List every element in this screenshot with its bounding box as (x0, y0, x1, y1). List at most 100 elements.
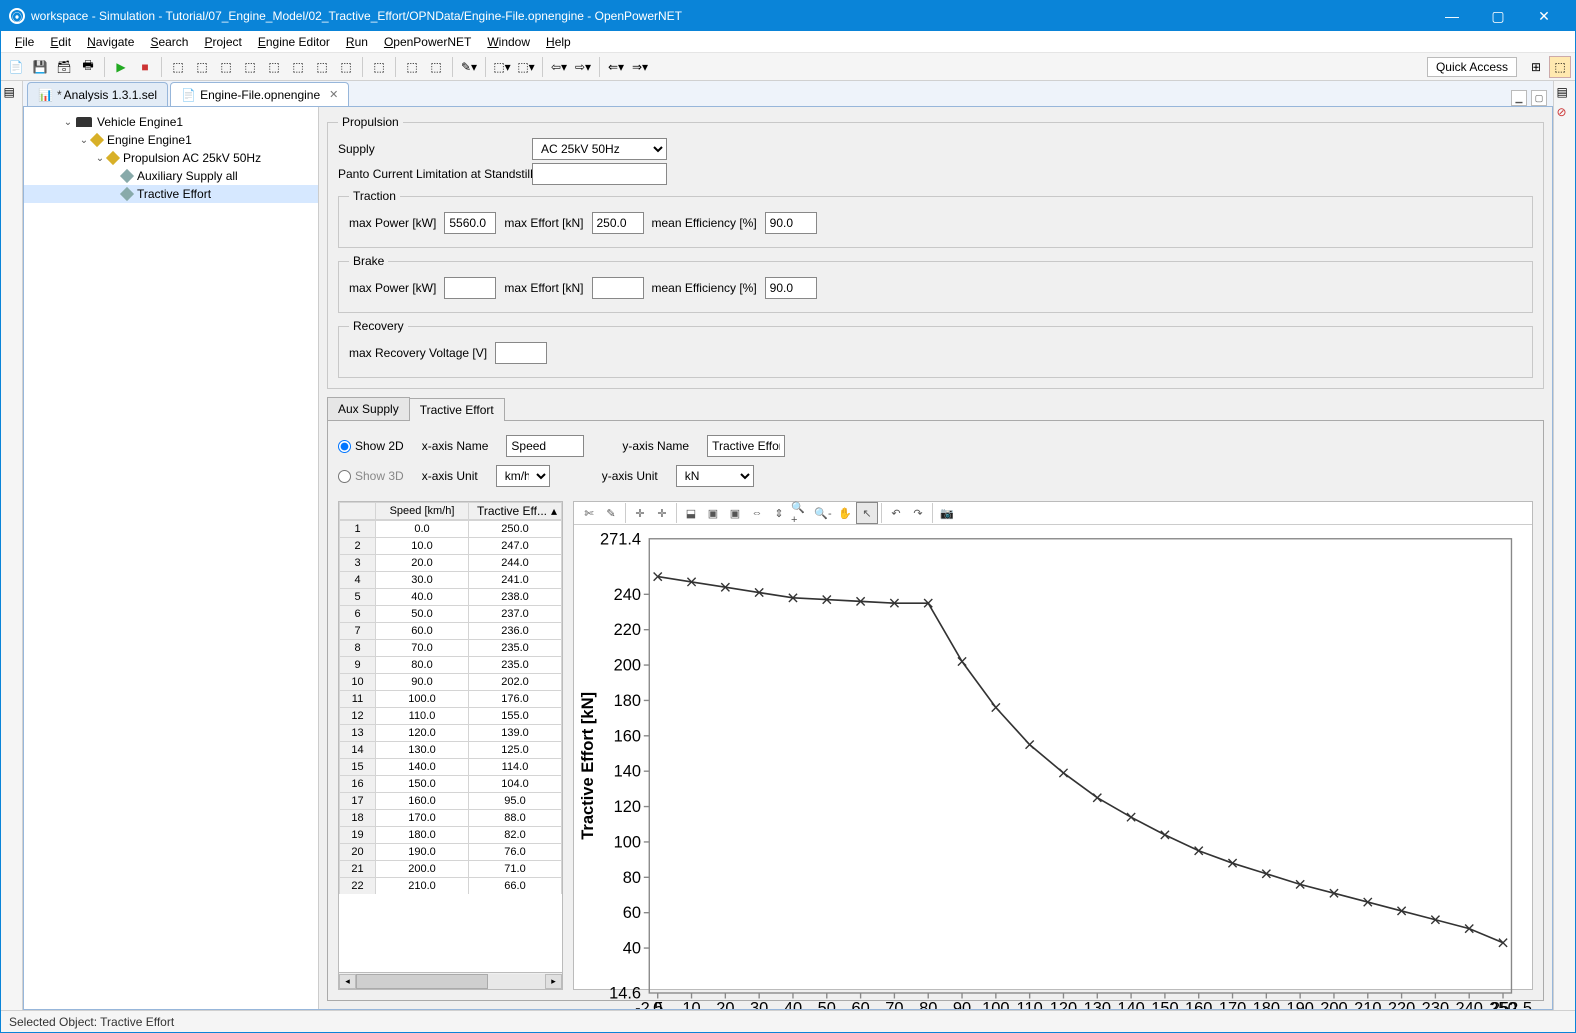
traction-maxeffort-input[interactable] (592, 212, 644, 234)
zoomout-icon[interactable]: 🔍- (812, 502, 834, 524)
table-row[interactable]: 210.0247.0 (340, 538, 562, 555)
xunit-select[interactable]: km/h (496, 465, 550, 487)
zoombox-icon[interactable]: ▣ (702, 502, 724, 524)
table-row[interactable]: 18170.088.0 (340, 810, 562, 827)
close-tab-icon[interactable]: ✕ (329, 88, 338, 101)
table-row[interactable]: 870.0235.0 (340, 640, 562, 657)
table-row[interactable]: 16150.0104.0 (340, 776, 562, 793)
show-3d-radio[interactable] (338, 470, 351, 483)
xname-input[interactable] (506, 435, 584, 457)
save-all-icon[interactable]: 🗃 (53, 56, 75, 78)
table-row[interactable]: 10.0250.0 (340, 521, 562, 538)
target-icon[interactable]: ✛ (629, 502, 651, 524)
tool-icon-8[interactable]: ⬚ (335, 56, 357, 78)
tree-node-engine[interactable]: ⌄ Engine Engine1 (24, 131, 318, 149)
stop-icon[interactable]: ■ (134, 56, 156, 78)
view-icon-right-2[interactable]: ⊘ (1557, 105, 1573, 121)
col-header-speed[interactable]: Speed [km/h] (376, 503, 469, 520)
brush-icon[interactable]: ✎ (600, 502, 622, 524)
menu-run[interactable]: Run (338, 33, 376, 51)
scroll-right-icon[interactable]: ▸ (545, 974, 562, 989)
table-row[interactable]: 19180.082.0 (340, 827, 562, 844)
tool-icon-2[interactable]: ⬚ (191, 56, 213, 78)
close-button[interactable]: ✕ (1521, 1, 1567, 31)
vsplit-icon[interactable]: ⇕ (768, 502, 790, 524)
tool-icon-3[interactable]: ⬚ (215, 56, 237, 78)
tool-icon-10[interactable]: ⬚ (401, 56, 423, 78)
tool-icon-11[interactable]: ⬚ (425, 56, 447, 78)
tab-tractive-effort[interactable]: Tractive Effort (409, 398, 505, 421)
table-row[interactable]: 980.0235.0 (340, 657, 562, 674)
show-2d-radio[interactable] (338, 440, 351, 453)
data-table[interactable]: Speed [km/h] Tractive Eff... ▴ 10.0250.0… (338, 501, 563, 973)
back-icon[interactable]: ⇦▾ (548, 56, 570, 78)
zoomin-icon[interactable]: 🔍+ (790, 502, 812, 524)
tool-icon-9[interactable]: ⬚ (368, 56, 390, 78)
view-icon-right-1[interactable]: ▤ (1557, 85, 1573, 101)
tool-icon-1[interactable]: ⬚ (167, 56, 189, 78)
tool-icon-7[interactable]: ⬚ (311, 56, 333, 78)
tool-icon-5[interactable]: ⬚ (263, 56, 285, 78)
tool-icon-6[interactable]: ⬚ (287, 56, 309, 78)
tree-node-propulsion[interactable]: ⌄ Propulsion AC 25kV 50Hz (24, 149, 318, 167)
menu-edit[interactable]: Edit (42, 33, 79, 51)
table-row[interactable]: 760.0236.0 (340, 623, 562, 640)
supply-select[interactable]: AC 25kV 50Hz (532, 138, 667, 160)
open-perspective-icon[interactable]: ⊞ (1525, 56, 1547, 78)
brake-maxpower-input[interactable] (444, 277, 496, 299)
target2-icon[interactable]: ✛ (651, 502, 673, 524)
quick-access-button[interactable]: Quick Access (1427, 57, 1517, 77)
maximize-button[interactable]: ▢ (1475, 1, 1521, 31)
brake-meaneff-input[interactable] (765, 277, 817, 299)
camera-icon[interactable]: 📷 (936, 502, 958, 524)
recovery-maxv-input[interactable] (495, 342, 547, 364)
menu-openpowernet[interactable]: OpenPowerNET (376, 33, 479, 51)
menu-file[interactable]: File (7, 33, 42, 51)
expand-icon[interactable]: ⌄ (62, 117, 74, 128)
print-icon[interactable]: 🖶 (77, 56, 99, 78)
nav-fwd-icon[interactable]: ⇒▾ (629, 56, 651, 78)
panto-input[interactable] (532, 163, 667, 185)
save-icon[interactable]: 💾 (29, 56, 51, 78)
minimize-button[interactable]: — (1429, 1, 1475, 31)
menu-search[interactable]: Search (142, 33, 196, 51)
menu-project[interactable]: Project (196, 33, 249, 51)
table-row[interactable]: 320.0244.0 (340, 555, 562, 572)
tab-aux-supply[interactable]: Aux Supply (327, 397, 410, 420)
chart-canvas[interactable]: 40608010012014016018020022024014.6271.40… (574, 525, 1532, 1009)
dropdown-icon-1[interactable]: ⬚▾ (491, 56, 513, 78)
yname-input[interactable] (707, 435, 785, 457)
table-row[interactable]: 21200.071.0 (340, 861, 562, 878)
tree-node-aux-supply[interactable]: Auxiliary Supply all (24, 167, 318, 185)
row-header-blank[interactable] (340, 503, 376, 520)
col-header-te[interactable]: Tractive Eff... ▴ (469, 503, 562, 520)
table-row[interactable]: 540.0238.0 (340, 589, 562, 606)
expand-icon[interactable]: ⌄ (78, 135, 90, 146)
table-row[interactable]: 13120.0139.0 (340, 725, 562, 742)
table-row[interactable]: 430.0241.0 (340, 572, 562, 589)
menu-help[interactable]: Help (538, 33, 579, 51)
tab-analysis[interactable]: 📊 Analysis 1.3.1.sel (27, 82, 168, 106)
table-row[interactable]: 14130.0125.0 (340, 742, 562, 759)
nav-back-icon[interactable]: ⇐▾ (605, 56, 627, 78)
table-row[interactable]: 22210.066.0 (340, 878, 562, 895)
new-file-icon[interactable]: 📄 (5, 56, 27, 78)
scroll-left-icon[interactable]: ◂ (339, 974, 356, 989)
undo-icon[interactable]: ↶ (885, 502, 907, 524)
forward-icon[interactable]: ⇨▾ (572, 56, 594, 78)
traction-maxpower-input[interactable] (444, 212, 496, 234)
cut-icon[interactable]: ✄ (578, 502, 600, 524)
brake-maxeffort-input[interactable] (592, 277, 644, 299)
table-row[interactable]: 15140.0114.0 (340, 759, 562, 776)
tree-node-vehicle[interactable]: ⌄ Vehicle Engine1 (24, 113, 318, 131)
tab-engine-file[interactable]: 📄 Engine-File.opnengine ✕ (170, 82, 349, 106)
menu-navigate[interactable]: Navigate (79, 33, 142, 51)
table-row[interactable]: 1090.0202.0 (340, 674, 562, 691)
perspective-icon[interactable]: ⬚ (1549, 56, 1571, 78)
redo-icon[interactable]: ↷ (907, 502, 929, 524)
tree-node-tractive-effort[interactable]: Tractive Effort (24, 185, 318, 203)
table-row[interactable]: 650.0237.0 (340, 606, 562, 623)
menu-engine-editor[interactable]: Engine Editor (250, 33, 338, 51)
yunit-select[interactable]: kN (676, 465, 754, 487)
hsplit-icon[interactable]: ⇔ (746, 502, 768, 524)
